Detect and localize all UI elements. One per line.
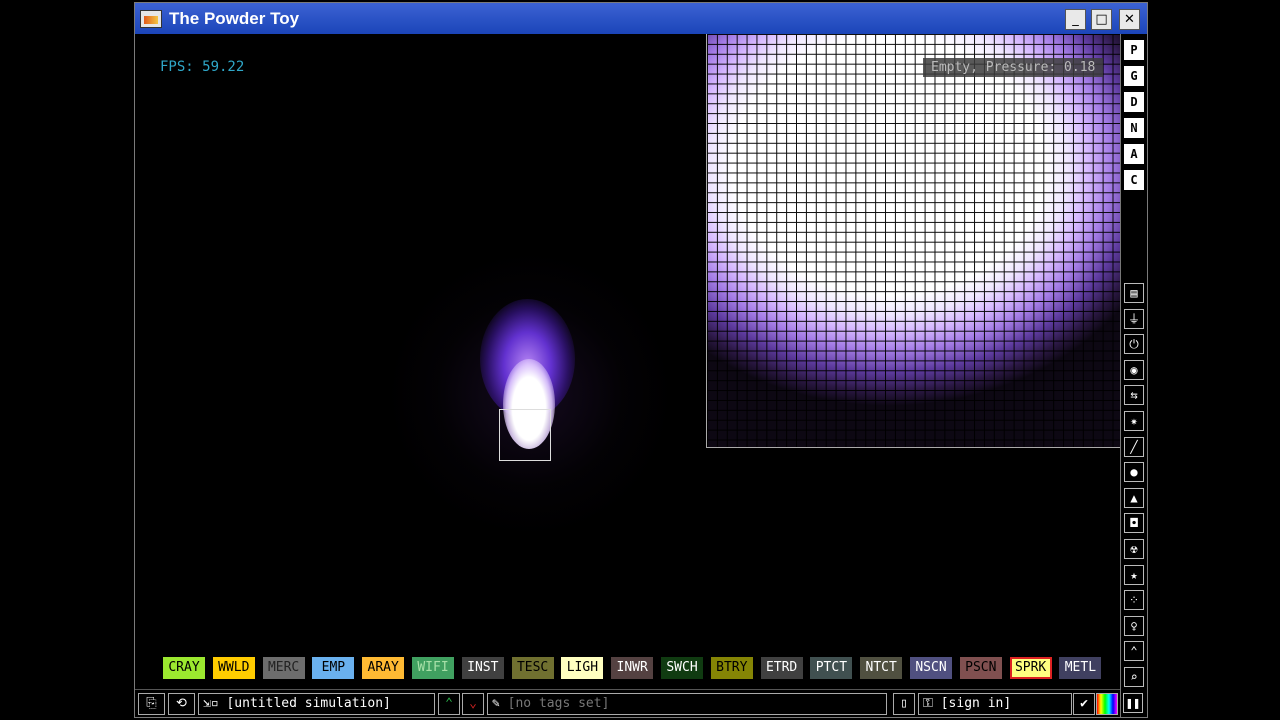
electronics-icon[interactable]: ⏚ [1124,308,1144,329]
fps-counter: FPS: 59.22 [160,59,245,75]
powder-toy-window: The Powder Toy _ □ ✕ FPS: 59.22 Empty, P… [135,3,1147,717]
menu-button-p[interactable]: P [1124,40,1144,60]
render-options-icon[interactable] [1096,693,1118,715]
new-sim-icon[interactable]: ▯ [893,693,915,715]
menu-button-n[interactable]: N [1124,118,1144,138]
minimize-button[interactable]: _ [1065,9,1086,30]
menu-button-g[interactable]: G [1124,66,1144,86]
solids-icon[interactable]: ╱ [1124,436,1144,457]
element-aray[interactable]: ARAY [362,657,405,679]
right-menu: P G D N A C ▤ ⏚ ⏻ ◉ ⇆ ✷ ╱ ● ▲ ◘ ☢ ★ ⁘ ♀ ⌃ ⌕ [1120,34,1147,717]
element-inwr[interactable]: INWR [611,657,654,679]
element-etrd[interactable]: ETRD [760,657,803,679]
element-btry[interactable]: BTRY [710,657,753,679]
element-ptct[interactable]: PTCT [810,657,853,679]
element-cray[interactable]: CRAY [163,657,205,679]
zoom-window [706,34,1120,448]
save-icon: ⇲▫ [203,696,227,711]
menu-button-c[interactable]: C [1124,170,1144,190]
tags-label: [no tags set] [507,696,610,711]
element-ligh[interactable]: LIGH [561,657,604,679]
simulation-canvas[interactable]: FPS: 59.22 Empty, Pressure: 0.18 [135,34,1120,655]
sensors-icon[interactable]: ◉ [1124,359,1144,380]
title-bar[interactable]: The Powder Toy _ □ ✕ [135,3,1147,34]
element-sprk[interactable]: SPRK [1009,657,1052,679]
element-nscn[interactable]: NSCN [910,657,952,679]
hud-info: Empty, Pressure: 0.18 [923,58,1104,77]
explosives-icon[interactable]: ✷ [1124,411,1144,431]
gases-icon[interactable]: ◘ [1124,513,1144,534]
sign-in-button[interactable]: ⚿ [sign in] [918,693,1072,715]
open-save-icon[interactable]: ⎘ [138,693,165,715]
liquids-icon[interactable]: ● [1124,462,1144,483]
element-inst[interactable]: INST [461,657,504,679]
zoom-grid [707,34,1120,447]
tag-icon: ✎ [492,696,508,711]
sign-in-label: [sign in] [940,696,1012,711]
element-ntct[interactable]: NTCT [860,657,903,679]
element-palette: CRAY WWLD MERC EMP ARAY WIFI INST TESC LIGH INWR S… [163,657,1103,681]
tags-button[interactable]: ✎ [no tags set] [487,693,887,715]
vote-down-icon[interactable]: ⌄ [462,693,484,715]
app-icon [140,10,162,28]
menu-button-d[interactable]: D [1124,92,1144,112]
key-icon: ⚿ [923,696,941,711]
life-icon[interactable]: ♀ [1124,615,1144,636]
settings-check-icon[interactable]: ✔ [1073,693,1095,715]
powders-icon[interactable]: ▲ [1124,487,1144,508]
window-title: The Powder Toy [169,9,300,28]
save-name-button[interactable]: ⇲▫ [untitled simulation] [198,693,435,715]
element-wwld[interactable]: WWLD [212,657,255,679]
bottom-bar: ⎘ ⟲ ⇲▫ [untitled simulation] ⌃ ⌄ ✎ [no t… [135,689,1120,717]
element-wifi[interactable]: WIFI [412,657,454,679]
search-icon[interactable]: ⌕ [1124,667,1144,687]
brush-cursor [499,409,551,461]
power-icon[interactable]: ⏻ [1124,334,1144,355]
save-name-label: [untitled simulation] [226,696,391,711]
walls-icon[interactable]: ▤ [1124,283,1144,303]
element-emp[interactable]: EMP [312,657,355,679]
element-merc[interactable]: MERC [262,657,305,679]
element-metl[interactable]: METL [1059,657,1102,679]
element-pscn[interactable]: PSCN [959,657,1002,679]
force-icon[interactable]: ⇆ [1124,385,1144,406]
menu-button-a[interactable]: A [1124,144,1144,164]
pause-icon[interactable]: ❚❚ [1123,693,1143,713]
tools-icon[interactable]: ⌃ [1124,641,1144,662]
special-icon[interactable]: ★ [1124,564,1144,585]
element-tesc[interactable]: TESC [511,657,554,679]
maximize-button[interactable]: □ [1091,9,1112,30]
close-button[interactable]: ✕ [1119,9,1140,30]
reload-icon[interactable]: ⟲ [168,693,195,715]
radioactive-icon[interactable]: ☢ [1124,539,1144,559]
particles-icon[interactable]: ⁘ [1124,590,1144,611]
vote-up-icon[interactable]: ⌃ [438,693,460,715]
element-swch[interactable]: SWCH [661,657,703,679]
